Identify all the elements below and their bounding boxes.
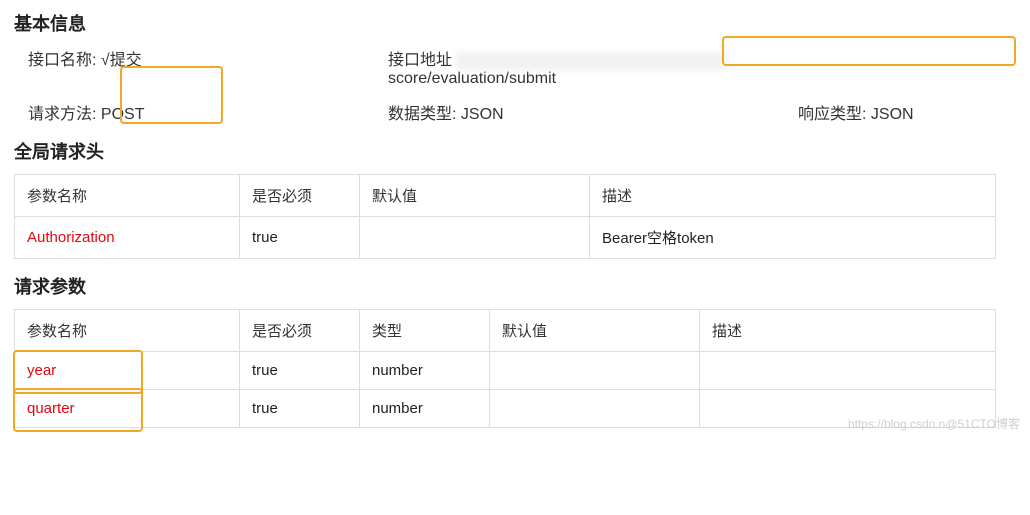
value-url-blurred (456, 52, 726, 70)
value-data-type: JSON (461, 106, 504, 123)
info-spacer (798, 46, 1016, 88)
info-method: 请求方法: POST (28, 100, 388, 124)
cell-name-text: year (27, 362, 56, 379)
info-data-type: 数据类型: JSON (388, 100, 798, 124)
col-name: 参数名称 (15, 310, 240, 352)
cell-description: Bearer空格token (590, 217, 996, 259)
value-url-suffix: score/evaluation/submit (388, 70, 556, 87)
table-header-row: 参数名称 是否必须 默认值 描述 (15, 175, 996, 217)
col-description: 描述 (590, 175, 996, 217)
label-name: 接口名称: (28, 52, 96, 69)
global-headers-table: 参数名称 是否必须 默认值 描述 Authorization true Bear… (14, 174, 996, 259)
col-default: 默认值 (360, 175, 590, 217)
table-row: Authorization true Bearer空格token (15, 217, 996, 259)
cell-required: true (240, 390, 360, 428)
request-params-table: 参数名称 是否必须 类型 默认值 描述 year true number qua… (14, 309, 996, 428)
cell-required: true (240, 217, 360, 259)
value-name: √提交 (101, 52, 142, 69)
info-response-type: 响应类型: JSON (798, 100, 1016, 124)
cell-required: true (240, 352, 360, 390)
basic-info-grid: 接口名称: √提交 接口地址 score/evaluation/submit 请… (14, 46, 1016, 124)
cell-name-text: quarter (27, 400, 75, 417)
section-heading-request-params: 请求参数 (14, 273, 1016, 299)
col-type: 类型 (360, 310, 490, 352)
table-header-row: 参数名称 是否必须 类型 默认值 描述 (15, 310, 996, 352)
section-heading-global-headers: 全局请求头 (14, 138, 1016, 164)
label-data-type: 数据类型: (388, 106, 456, 123)
cell-name: Authorization (15, 217, 240, 259)
info-url: 接口地址 score/evaluation/submit (388, 46, 798, 88)
table-row: year true number (15, 352, 996, 390)
info-name: 接口名称: √提交 (28, 46, 388, 88)
cell-type: number (360, 352, 490, 390)
cell-default (490, 352, 700, 390)
cell-type: number (360, 390, 490, 428)
cell-name: quarter (15, 390, 240, 428)
col-description: 描述 (700, 310, 996, 352)
label-url: 接口地址 (388, 52, 452, 69)
section-heading-basic-info: 基本信息 (14, 10, 1016, 36)
value-method: POST (101, 106, 145, 123)
label-response-type: 响应类型: (798, 106, 866, 123)
value-response-type: JSON (871, 106, 914, 123)
col-default: 默认值 (490, 310, 700, 352)
label-method: 请求方法: (28, 106, 96, 123)
cell-name: year (15, 352, 240, 390)
watermark: https://blog.csdn.n@51CTO博客 (848, 415, 1020, 432)
cell-description (700, 352, 996, 390)
col-required: 是否必须 (240, 175, 360, 217)
col-name: 参数名称 (15, 175, 240, 217)
cell-default (490, 390, 700, 428)
cell-default (360, 217, 590, 259)
col-required: 是否必须 (240, 310, 360, 352)
